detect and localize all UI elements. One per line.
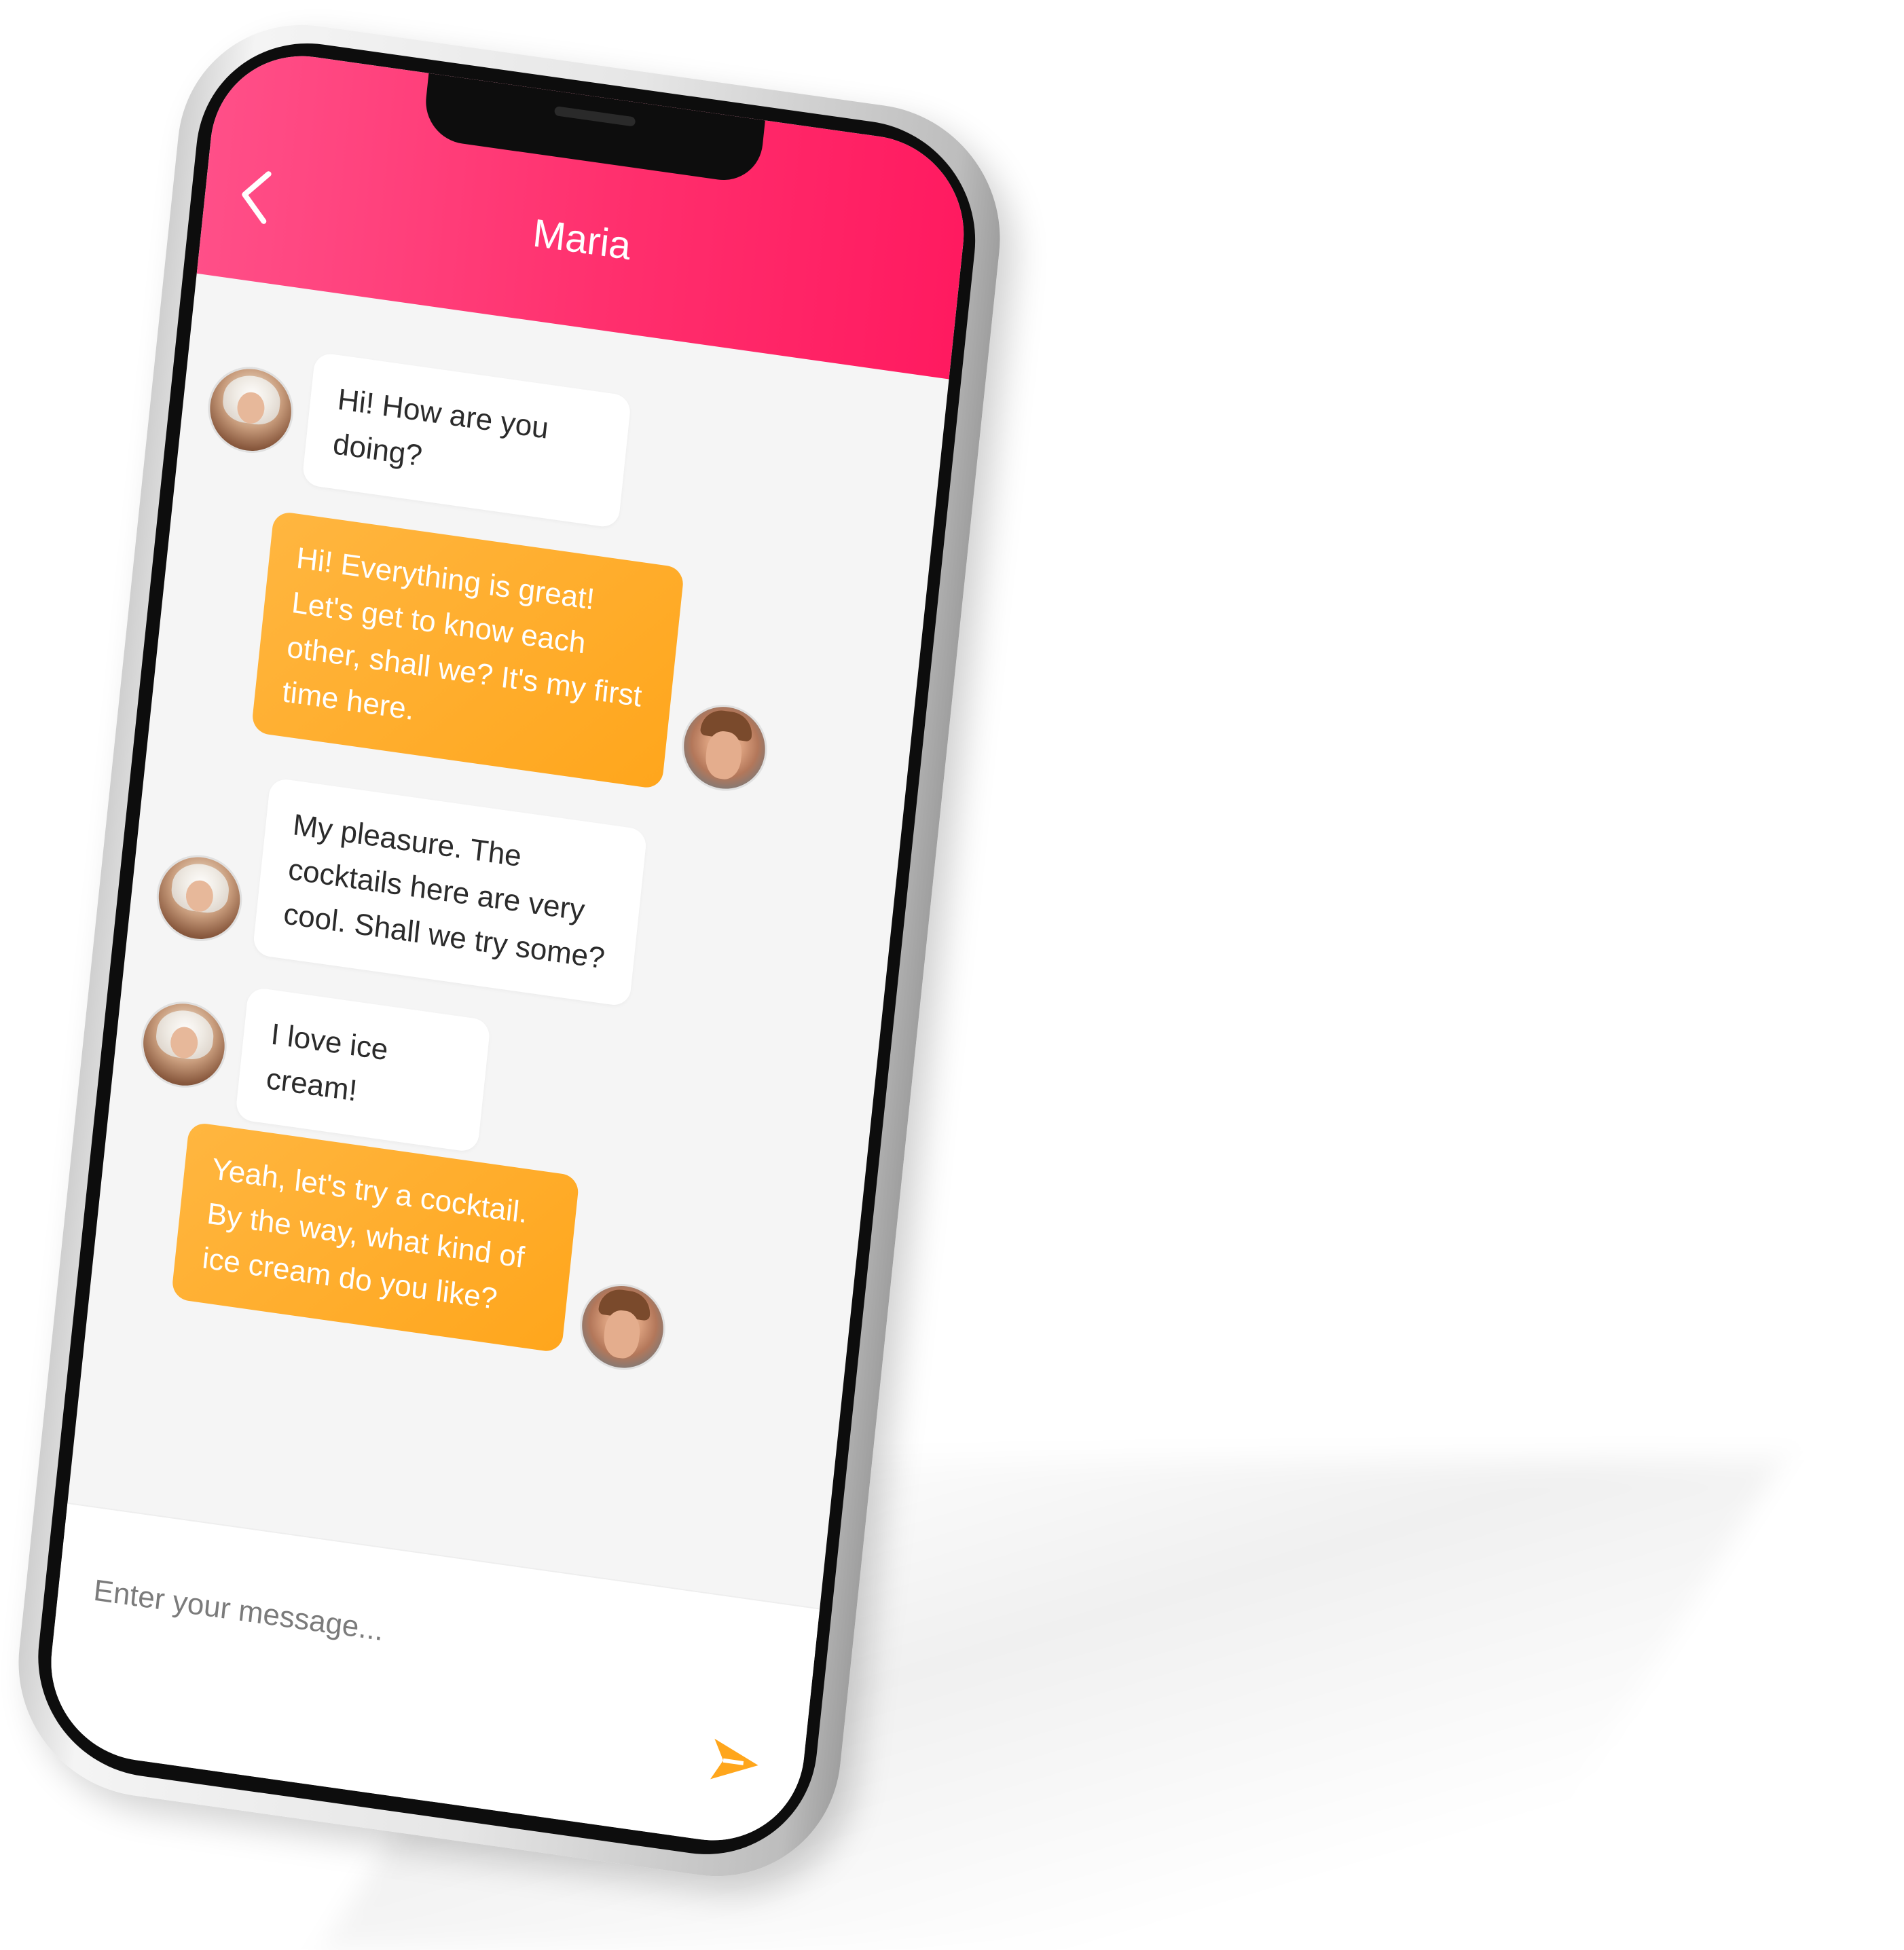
avatar-maria[interactable]	[139, 998, 229, 1091]
message-row-outgoing: Yeah, let's try a cocktail. By the way, …	[170, 1116, 679, 1374]
message-bubble-incoming: My pleasure. The cocktails here are very…	[252, 777, 648, 1008]
send-arrow-icon	[710, 1738, 758, 1780]
stage: Maria Hi! How are you doing? Hi! Everyth…	[0, 0, 1904, 1950]
message-row-incoming: My pleasure. The cocktails here are very…	[154, 763, 648, 1008]
avatar-me[interactable]	[578, 1281, 667, 1374]
avatar-maria[interactable]	[154, 851, 244, 944]
avatar-maria[interactable]	[206, 363, 295, 456]
send-button[interactable]	[706, 1731, 765, 1793]
message-row-incoming: Hi! How are you doing?	[203, 338, 632, 529]
message-list[interactable]: Hi! How are you doing? Hi! Everything is…	[67, 274, 949, 1610]
earpiece-speaker	[553, 106, 636, 127]
message-bubble-incoming: Hi! How are you doing?	[301, 352, 632, 529]
message-row-outgoing: Hi! Everything is great! Let's get to kn…	[251, 510, 783, 803]
avatar-me[interactable]	[680, 701, 769, 794]
message-bubble-outgoing: Yeah, let's try a cocktail. By the way, …	[170, 1121, 580, 1354]
message-input[interactable]	[89, 1562, 704, 1704]
message-bubble-outgoing: Hi! Everything is great! Let's get to kn…	[251, 510, 685, 790]
